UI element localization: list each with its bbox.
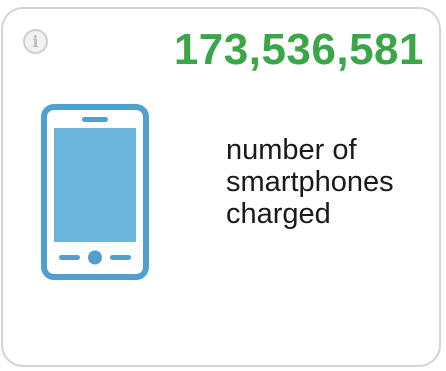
phone-speaker xyxy=(82,117,108,122)
phone-home-button xyxy=(88,250,102,265)
phone-right-key xyxy=(110,255,131,260)
caption-line: charged xyxy=(226,198,331,230)
phone-screen xyxy=(54,128,136,242)
info-icon[interactable]: i xyxy=(23,29,48,54)
phone-left-key xyxy=(59,255,80,260)
stat-value: 173,536,581 xyxy=(173,25,424,74)
smartphone-icon xyxy=(41,104,149,280)
stat-caption: number of smartphones charged xyxy=(226,134,436,230)
caption-line: number of xyxy=(226,134,357,166)
caption-line: smartphones xyxy=(226,166,394,198)
